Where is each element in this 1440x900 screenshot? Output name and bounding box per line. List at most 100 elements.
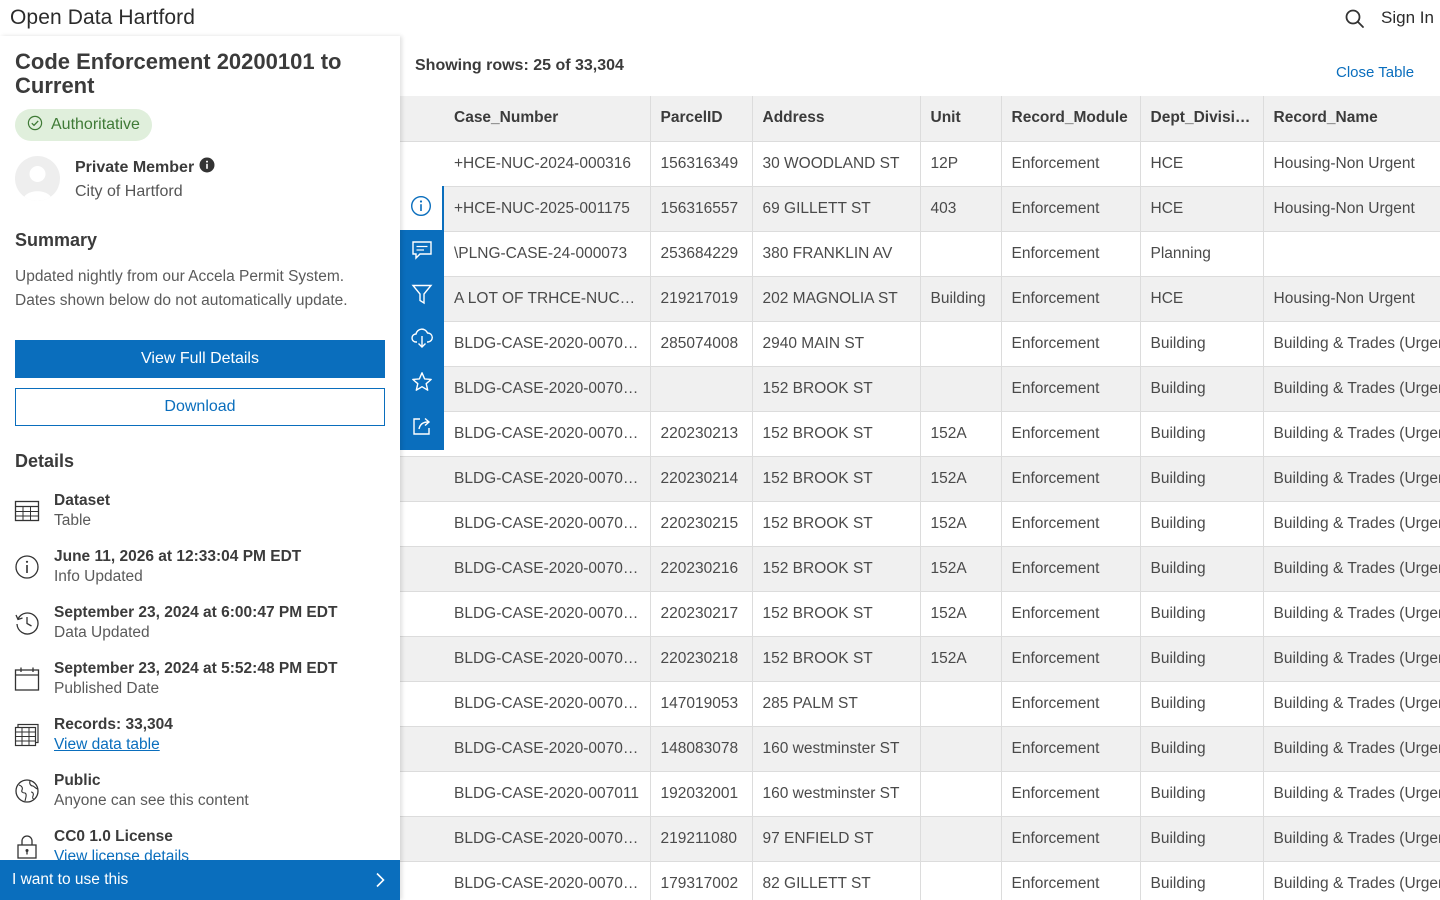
- table-cell[interactable]: 220230217: [650, 591, 753, 637]
- table-cell[interactable]: BLDG-CASE-2020-007002: [444, 366, 651, 412]
- toolbar-filter-button[interactable]: [400, 274, 444, 318]
- table-cell[interactable]: 219211080: [650, 816, 753, 862]
- column-header[interactable]: Record_Module: [1001, 96, 1141, 142]
- table-cell[interactable]: BLDG-CASE-2020-007003: [444, 411, 651, 457]
- download-button[interactable]: Download: [15, 388, 385, 426]
- table-cell[interactable]: 253684229: [650, 231, 753, 277]
- table-cell[interactable]: Building & Trades (Urgent): [1263, 366, 1440, 412]
- table-cell[interactable]: 82 GILLETT ST: [752, 861, 921, 900]
- table-cell[interactable]: Building: [1140, 411, 1264, 457]
- table-row[interactable]: BLDG-CASE-2020-007012 219211080 97 ENFIELD…: [400, 816, 1440, 862]
- table-row[interactable]: A LOT OF TRHCE-NUC-2025 219217019 202 MAGN…: [400, 276, 1440, 322]
- column-header[interactable]: ParcelID: [650, 96, 753, 142]
- table-cell[interactable]: 160 westminster ST: [752, 726, 921, 772]
- table-cell[interactable]: HCE: [1140, 186, 1264, 232]
- table-cell[interactable]: Building: [1140, 321, 1264, 367]
- table-cell[interactable]: 12P: [920, 141, 1002, 187]
- table-row[interactable]: BLDG-CASE-2020-007011 192032001 160 westmi…: [400, 771, 1440, 817]
- table-cell[interactable]: BLDG-CASE-2020-007013: [444, 861, 651, 900]
- table-cell[interactable]: 152A: [920, 591, 1002, 637]
- table-cell[interactable]: Enforcement: [1001, 771, 1141, 817]
- table-row[interactable]: BLDG-CASE-2020-007004 220230214 152 BROOK …: [400, 456, 1440, 502]
- table-cell[interactable]: 285 PALM ST: [752, 681, 921, 727]
- table-cell[interactable]: 192032001: [650, 771, 753, 817]
- table-cell[interactable]: HCE: [1140, 276, 1264, 322]
- table-cell[interactable]: [920, 681, 1002, 727]
- column-header[interactable]: Unit: [920, 96, 1002, 142]
- table-row[interactable]: BLDG-CASE-2020-007002 152 BROOK ST Enforce…: [400, 366, 1440, 412]
- table-row[interactable]: BLDG-CASE-2020-007007 220230217 152 BROOK …: [400, 591, 1440, 637]
- table-cell[interactable]: Building: [1140, 681, 1264, 727]
- table-cell[interactable]: Building: [1140, 456, 1264, 502]
- table-cell[interactable]: A LOT OF TRHCE-NUC-2025: [444, 276, 651, 322]
- table-cell[interactable]: Enforcement: [1001, 546, 1141, 592]
- toolbar-favorite-button[interactable]: [400, 362, 444, 406]
- table-cell[interactable]: 69 GILLETT ST: [752, 186, 921, 232]
- view-full-details-button[interactable]: View Full Details: [15, 340, 385, 378]
- table-cell[interactable]: BLDG-CASE-2020-007006: [444, 546, 651, 592]
- table-row[interactable]: BLDG-CASE-2020-007009 147019053 285 PALM S…: [400, 681, 1440, 727]
- table-cell[interactable]: Building: [1140, 546, 1264, 592]
- table-cell[interactable]: [920, 816, 1002, 862]
- table-cell[interactable]: 403: [920, 186, 1002, 232]
- table-cell[interactable]: Building: [1140, 771, 1264, 817]
- table-cell[interactable]: Housing-Non Urgent: [1263, 141, 1440, 187]
- table-cell[interactable]: [920, 231, 1002, 277]
- table-cell[interactable]: Building & Trades (Urgent): [1263, 771, 1440, 817]
- column-header[interactable]: Address: [752, 96, 921, 142]
- view-data-table-link[interactable]: View data table: [54, 736, 160, 754]
- toolbar-share-button[interactable]: [400, 406, 444, 450]
- table-cell[interactable]: Enforcement: [1001, 861, 1141, 900]
- table-cell[interactable]: Enforcement: [1001, 276, 1141, 322]
- table-cell[interactable]: 152A: [920, 501, 1002, 547]
- i-want-to-use-this-bar[interactable]: I want to use this: [0, 860, 400, 900]
- table-cell[interactable]: BLDG-CASE-2020-007007: [444, 591, 651, 637]
- table-cell[interactable]: 285074008: [650, 321, 753, 367]
- table-cell[interactable]: Building: [1140, 366, 1264, 412]
- table-cell[interactable]: BLDG-CASE-2020-007011: [444, 771, 651, 817]
- table-cell[interactable]: Building & Trades (Urgent): [1263, 591, 1440, 637]
- table-cell[interactable]: 152A: [920, 411, 1002, 457]
- table-cell[interactable]: 152A: [920, 546, 1002, 592]
- table-cell[interactable]: 152 BROOK ST: [752, 411, 921, 457]
- table-cell[interactable]: Building & Trades (Urgent): [1263, 681, 1440, 727]
- table-row[interactable]: BLDG-CASE-2020-007008 220230218 152 BROOK …: [400, 636, 1440, 682]
- table-cell[interactable]: BLDG-CASE-2020-007010: [444, 726, 651, 772]
- table-row[interactable]: \PLNG-CASE-24-000073 253684229 380 FRANKLI…: [400, 231, 1440, 277]
- toolbar-comments-button[interactable]: [400, 230, 444, 274]
- table-cell[interactable]: 147019053: [650, 681, 753, 727]
- table-cell[interactable]: 179317002: [650, 861, 753, 900]
- table-cell[interactable]: 156316349: [650, 141, 753, 187]
- table-cell[interactable]: Building: [920, 276, 1002, 322]
- owner-info-icon[interactable]: [199, 157, 215, 173]
- table-cell[interactable]: BLDG-CASE-2020-007005: [444, 501, 651, 547]
- toolbar-download-button[interactable]: [400, 318, 444, 362]
- table-cell[interactable]: 152A: [920, 636, 1002, 682]
- table-cell[interactable]: 152 BROOK ST: [752, 456, 921, 502]
- table-cell[interactable]: +HCE-NUC-2024-000316: [444, 141, 651, 187]
- table-cell[interactable]: Enforcement: [1001, 591, 1141, 637]
- table-cell[interactable]: 160 westminster ST: [752, 771, 921, 817]
- table-cell[interactable]: Building & Trades (Urgent): [1263, 321, 1440, 367]
- table-cell[interactable]: 152 BROOK ST: [752, 546, 921, 592]
- table-cell[interactable]: Enforcement: [1001, 321, 1141, 367]
- column-header[interactable]: Record_Name: [1263, 96, 1440, 142]
- table-cell[interactable]: Building: [1140, 861, 1264, 900]
- toolbar-info-button[interactable]: [400, 186, 444, 230]
- table-cell[interactable]: BLDG-CASE-2020-007008: [444, 636, 651, 682]
- table-cell[interactable]: +HCE-NUC-2025-001175: [444, 186, 651, 232]
- table-cell[interactable]: Building & Trades (Urgent): [1263, 456, 1440, 502]
- table-cell[interactable]: 152 BROOK ST: [752, 636, 921, 682]
- data-table[interactable]: Case_Number ParcelID Address Unit Record…: [400, 96, 1440, 900]
- table-cell[interactable]: 219217019: [650, 276, 753, 322]
- table-cell[interactable]: Enforcement: [1001, 501, 1141, 547]
- table-cell[interactable]: [920, 771, 1002, 817]
- table-row[interactable]: BLDG-CASE-2020-007010 148083078 160 westmi…: [400, 726, 1440, 772]
- table-cell[interactable]: 2940 MAIN ST: [752, 321, 921, 367]
- table-cell[interactable]: 220230215: [650, 501, 753, 547]
- table-cell[interactable]: BLDG-CASE-2020-007004: [444, 456, 651, 502]
- table-cell[interactable]: [920, 861, 1002, 900]
- table-cell[interactable]: Building & Trades (Urgent): [1263, 411, 1440, 457]
- table-cell[interactable]: 380 FRANKLIN AV: [752, 231, 921, 277]
- table-cell[interactable]: Enforcement: [1001, 141, 1141, 187]
